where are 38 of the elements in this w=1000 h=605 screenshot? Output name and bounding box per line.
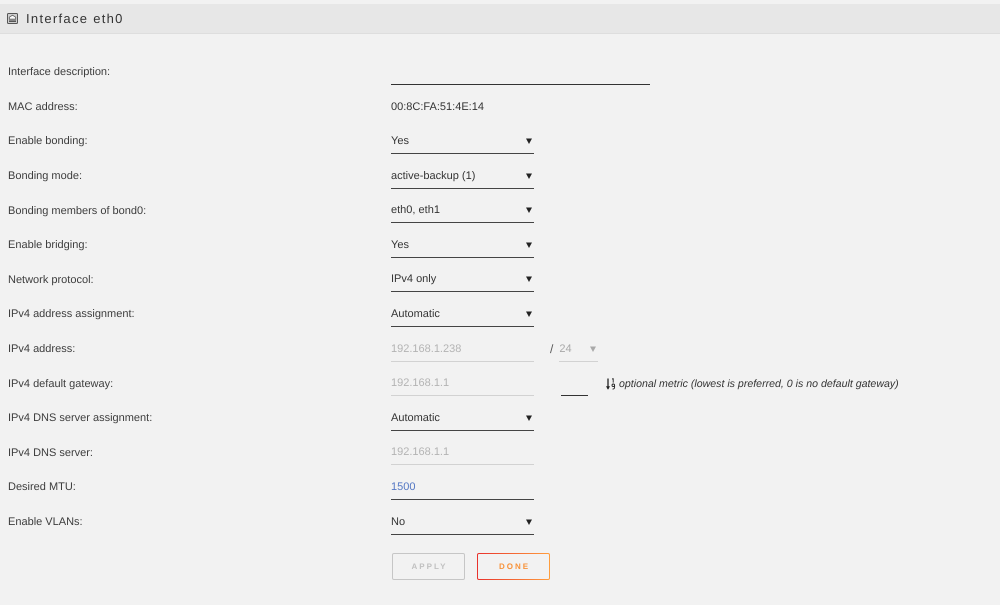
field-label: IPv4 address assignment: <box>7 308 136 320</box>
field-label: MAC address: <box>7 100 79 113</box>
field-label: Enable bonding: <box>7 135 89 148</box>
select-dropdown[interactable]: Yes <box>391 128 534 154</box>
field-label: IPv4 DNS server assignment: <box>7 412 154 424</box>
field-label: Network protocol: <box>7 274 95 286</box>
caret-icon <box>526 414 532 421</box>
field-label: Bonding members of bond0: <box>7 204 148 217</box>
select-dropdown[interactable]: Yes <box>391 232 534 258</box>
caret-icon <box>590 346 596 352</box>
sort-numeric-icon <box>606 378 616 390</box>
caret-icon <box>526 310 532 317</box>
field-label: IPv4 default gateway: <box>7 378 114 390</box>
select-dropdown[interactable]: active-backup (1) <box>391 164 534 189</box>
text-input[interactable]: 1500 <box>391 474 534 500</box>
port-icon <box>7 13 18 24</box>
select-dropdown[interactable]: Automatic <box>391 406 534 431</box>
field-value: 00:8C:FA:51:4E:14 <box>391 100 484 113</box>
metric-hint: optional metric (lowest is preferred, 0 is no default gateway) <box>619 378 899 390</box>
field-label: Enable bridging: <box>7 239 89 252</box>
caret-icon <box>526 172 532 179</box>
prefix-separator: / <box>550 342 554 356</box>
select-dropdown[interactable]: eth0, eth1 <box>391 198 534 224</box>
field-label: IPv4 DNS server: <box>7 446 94 459</box>
caret-icon <box>526 242 532 248</box>
caret-icon <box>526 276 532 282</box>
select-dropdown[interactable]: No <box>391 510 534 535</box>
field-label: Interface description: <box>7 66 112 78</box>
field-label: IPv4 address: <box>7 343 76 356</box>
select-dropdown[interactable]: IPv4 only <box>391 267 534 292</box>
field-label: Bonding mode: <box>7 170 83 182</box>
caret-icon <box>526 207 532 214</box>
select-dropdown[interactable]: Automatic <box>391 302 534 327</box>
field-label: Desired MTU: <box>7 481 77 494</box>
caret-icon <box>526 518 532 525</box>
field-label: Enable VLANs: <box>7 516 84 528</box>
caret-icon <box>526 138 532 144</box>
panel-title: Interface eth0 <box>26 11 124 26</box>
